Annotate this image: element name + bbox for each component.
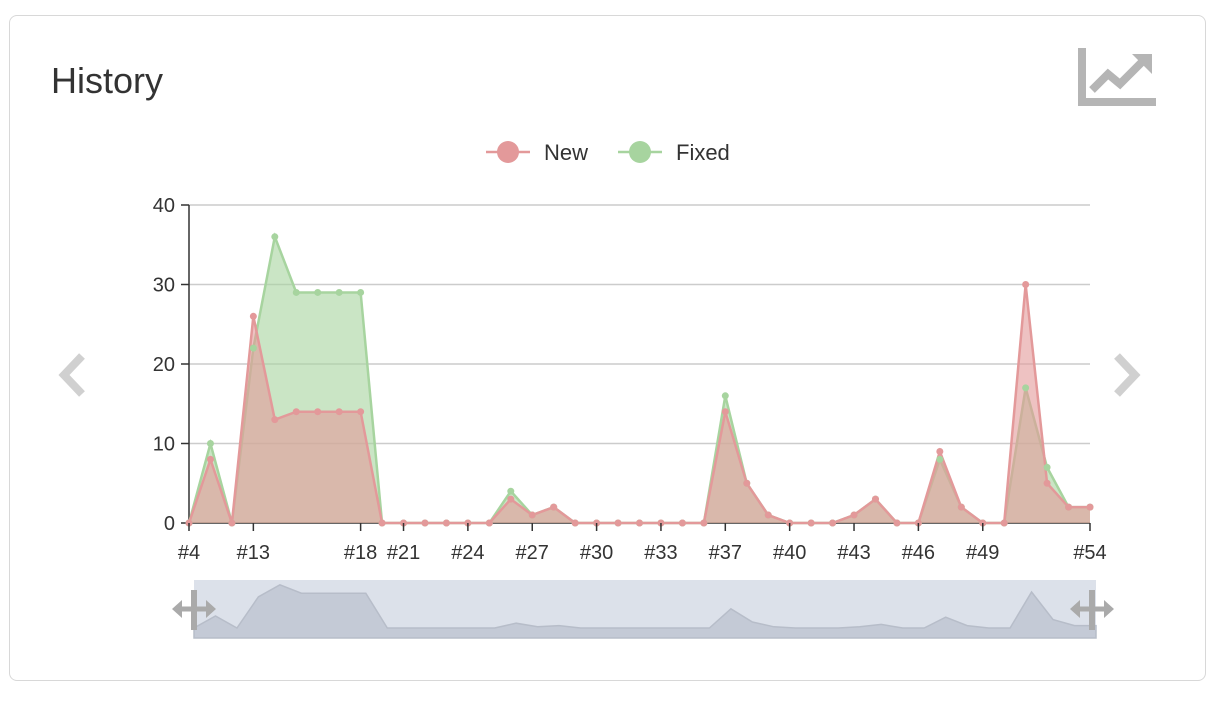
x-tick-label: #54 (1073, 542, 1106, 564)
x-tick-label: #4 (178, 542, 200, 564)
point-new[interactable] (1043, 479, 1051, 487)
point-fixed[interactable] (1022, 384, 1030, 392)
point-new[interactable] (936, 447, 944, 455)
point-new[interactable] (421, 519, 429, 527)
point-fixed[interactable] (1043, 463, 1051, 471)
x-tick-label: #18 (344, 542, 377, 564)
x-tick-label: #27 (516, 542, 549, 564)
point-new[interactable] (871, 495, 879, 503)
point-fixed[interactable] (335, 288, 343, 296)
y-tick-label: 0 (164, 513, 175, 535)
legend-marker-new[interactable] (497, 141, 519, 163)
x-tick-label: #30 (580, 542, 613, 564)
point-new[interactable] (678, 519, 686, 527)
point-new[interactable] (636, 519, 643, 527)
point-new[interactable] (206, 455, 214, 463)
point-new[interactable] (249, 312, 257, 320)
legend-marker-fixed[interactable] (629, 141, 651, 163)
point-new[interactable] (378, 519, 386, 527)
point-new[interactable] (507, 495, 515, 503)
point-fixed[interactable] (507, 487, 515, 495)
point-fixed[interactable] (271, 233, 279, 241)
point-new[interactable] (1065, 503, 1073, 511)
point-new[interactable] (550, 503, 558, 511)
point-fixed[interactable] (206, 440, 214, 447)
x-tick-label: #13 (237, 542, 270, 564)
x-tick-label: #24 (451, 542, 484, 564)
x-tick-label: #46 (902, 542, 935, 564)
point-new[interactable] (228, 519, 236, 527)
y-tick-label: 30 (153, 275, 175, 297)
x-tick-label: #43 (837, 542, 870, 564)
point-new[interactable] (807, 519, 815, 527)
x-tick-label: #40 (773, 542, 806, 564)
point-new[interactable] (700, 519, 708, 527)
x-tick-label: #49 (966, 542, 999, 564)
point-fixed[interactable] (357, 288, 365, 296)
point-new[interactable] (485, 519, 493, 527)
point-fixed[interactable] (292, 288, 300, 296)
point-new[interactable] (335, 408, 343, 416)
point-new[interactable] (721, 408, 729, 416)
legend-label-fixed[interactable]: Fixed (676, 140, 730, 165)
point-new[interactable] (829, 519, 837, 527)
point-new[interactable] (292, 408, 300, 416)
point-new[interactable] (1022, 281, 1030, 288)
point-new[interactable] (743, 479, 751, 487)
point-new[interactable] (957, 503, 965, 511)
point-new[interactable] (357, 408, 365, 416)
y-tick-label: 10 (153, 434, 175, 456)
point-new[interactable] (893, 519, 901, 527)
x-tick-label: #33 (644, 542, 677, 564)
x-tick-label: #21 (387, 542, 420, 564)
point-new[interactable] (314, 408, 322, 416)
point-new[interactable] (764, 511, 772, 519)
point-new[interactable] (850, 511, 858, 519)
point-new[interactable] (442, 519, 450, 527)
point-new[interactable] (1000, 519, 1008, 527)
point-new[interactable] (1086, 503, 1094, 511)
point-fixed[interactable] (936, 455, 944, 463)
y-tick-label: 40 (153, 195, 175, 217)
legend-label-new[interactable]: New (544, 140, 588, 165)
x-tick-label: #37 (709, 542, 742, 564)
point-new[interactable] (571, 519, 579, 527)
y-tick-label: 20 (153, 354, 175, 376)
point-new[interactable] (528, 511, 536, 519)
point-new[interactable] (271, 416, 279, 424)
point-new[interactable] (614, 519, 622, 527)
point-fixed[interactable] (721, 392, 729, 400)
history-chart: 0 10 20 30 40 #4 #13 #18 #21 #24 #27 #30 #33 #37 #40 #4… (153, 140, 1114, 639)
point-fixed[interactable] (249, 344, 257, 352)
point-fixed[interactable] (314, 288, 322, 296)
